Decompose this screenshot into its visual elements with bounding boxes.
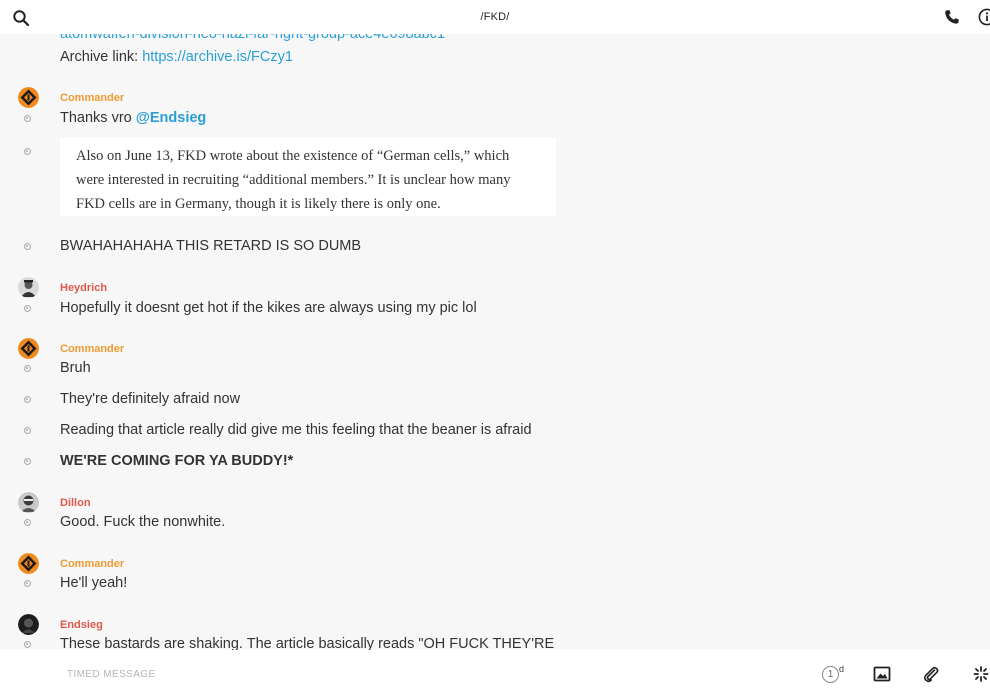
read-status-icon: [24, 148, 31, 155]
user-photo-icon: [18, 614, 39, 635]
archive-label: Archive link:: [60, 49, 143, 65]
message-text: BWAHAHAHAHA THIS RETARD IS SO DUMB: [60, 238, 362, 254]
message-text: Bruh: [60, 360, 91, 376]
timer-value: 1: [822, 666, 839, 683]
message-body: Thanks vro: [60, 110, 136, 126]
message-text: These bastards are shaking. The article …: [60, 636, 555, 650]
sender-name[interactable]: Commander: [60, 343, 124, 352]
chat-header: /FKD/: [0, 0, 990, 34]
sender-name[interactable]: Commander: [60, 92, 124, 104]
info-icon[interactable]: [978, 8, 990, 26]
sender-name[interactable]: Heydrich: [60, 282, 107, 294]
commander-avatar-icon: [18, 338, 39, 359]
read-status-icon: [24, 243, 31, 250]
commander-avatar-icon: [18, 553, 39, 574]
avatar-heydrich[interactable]: [18, 277, 39, 298]
avatar-commander[interactable]: [18, 553, 39, 574]
message-text: Archive link: https://archive.is/FCzy1: [60, 49, 293, 65]
message-list[interactable]: atomwaffen-division-neo-nazi-far-right-g…: [0, 0, 990, 650]
read-status-icon: [24, 305, 31, 312]
user-photo-icon: [18, 492, 39, 513]
read-status-icon: [24, 458, 31, 465]
message-text: Hopefully it doesnt get hot if the kikes…: [60, 300, 477, 316]
read-status-icon: [24, 427, 31, 434]
read-status-icon: [24, 641, 31, 648]
commander-avatar-icon: [18, 87, 39, 108]
mention-link[interactable]: @Endsieg: [136, 110, 207, 126]
quote-line: FKD cells are in Germany, though it is l…: [76, 196, 441, 212]
avatar-commander[interactable]: [18, 87, 39, 108]
chat-app: atomwaffen-division-neo-nazi-far-right-g…: [0, 0, 990, 700]
quoted-article-image[interactable]: Also on June 13, FKD wrote about the exi…: [60, 138, 556, 216]
message-composer: TIMED MESSAGE 1 d: [0, 650, 990, 700]
message-text: Good. Fuck the nonwhite.: [60, 514, 226, 530]
message-text: They're definitely afraid now: [60, 391, 241, 407]
message-text: Reading that article really did give me …: [60, 422, 532, 438]
quote-line: Also on June 13, FKD wrote about the exi…: [76, 148, 510, 164]
sender-name[interactable]: Dillon: [60, 497, 91, 509]
timer-icon[interactable]: 1 d: [822, 664, 848, 686]
message-text: He'll yeah!: [60, 575, 128, 591]
phone-icon[interactable]: [944, 9, 960, 25]
chat-title[interactable]: /FKD/: [0, 11, 990, 23]
archive-link[interactable]: https://archive.is/FCzy1: [142, 49, 293, 65]
read-status-icon: [24, 115, 31, 122]
message-text: Thanks vro @Endsieg: [60, 110, 206, 126]
avatar-dillon[interactable]: [18, 492, 39, 513]
quote-line: were interested in recruiting “additiona…: [76, 172, 511, 188]
sparkle-icon[interactable]: [972, 665, 990, 685]
avatar-endsieg[interactable]: [18, 614, 39, 635]
message-text: WE'RE COMING FOR YA BUDDY!*: [60, 453, 294, 469]
paperclip-icon[interactable]: [922, 665, 942, 685]
read-status-icon: [24, 365, 31, 372]
sender-name[interactable]: Commander: [60, 558, 124, 570]
user-photo-icon: [18, 277, 39, 298]
read-status-icon: [24, 519, 31, 526]
image-icon[interactable]: [873, 665, 893, 685]
read-status-icon: [24, 396, 31, 403]
avatar-commander[interactable]: [18, 338, 39, 359]
timer-unit: d: [839, 664, 845, 674]
sender-name[interactable]: Endsieg: [60, 619, 103, 631]
read-status-icon: [24, 580, 31, 587]
message-input[interactable]: TIMED MESSAGE: [67, 669, 156, 680]
